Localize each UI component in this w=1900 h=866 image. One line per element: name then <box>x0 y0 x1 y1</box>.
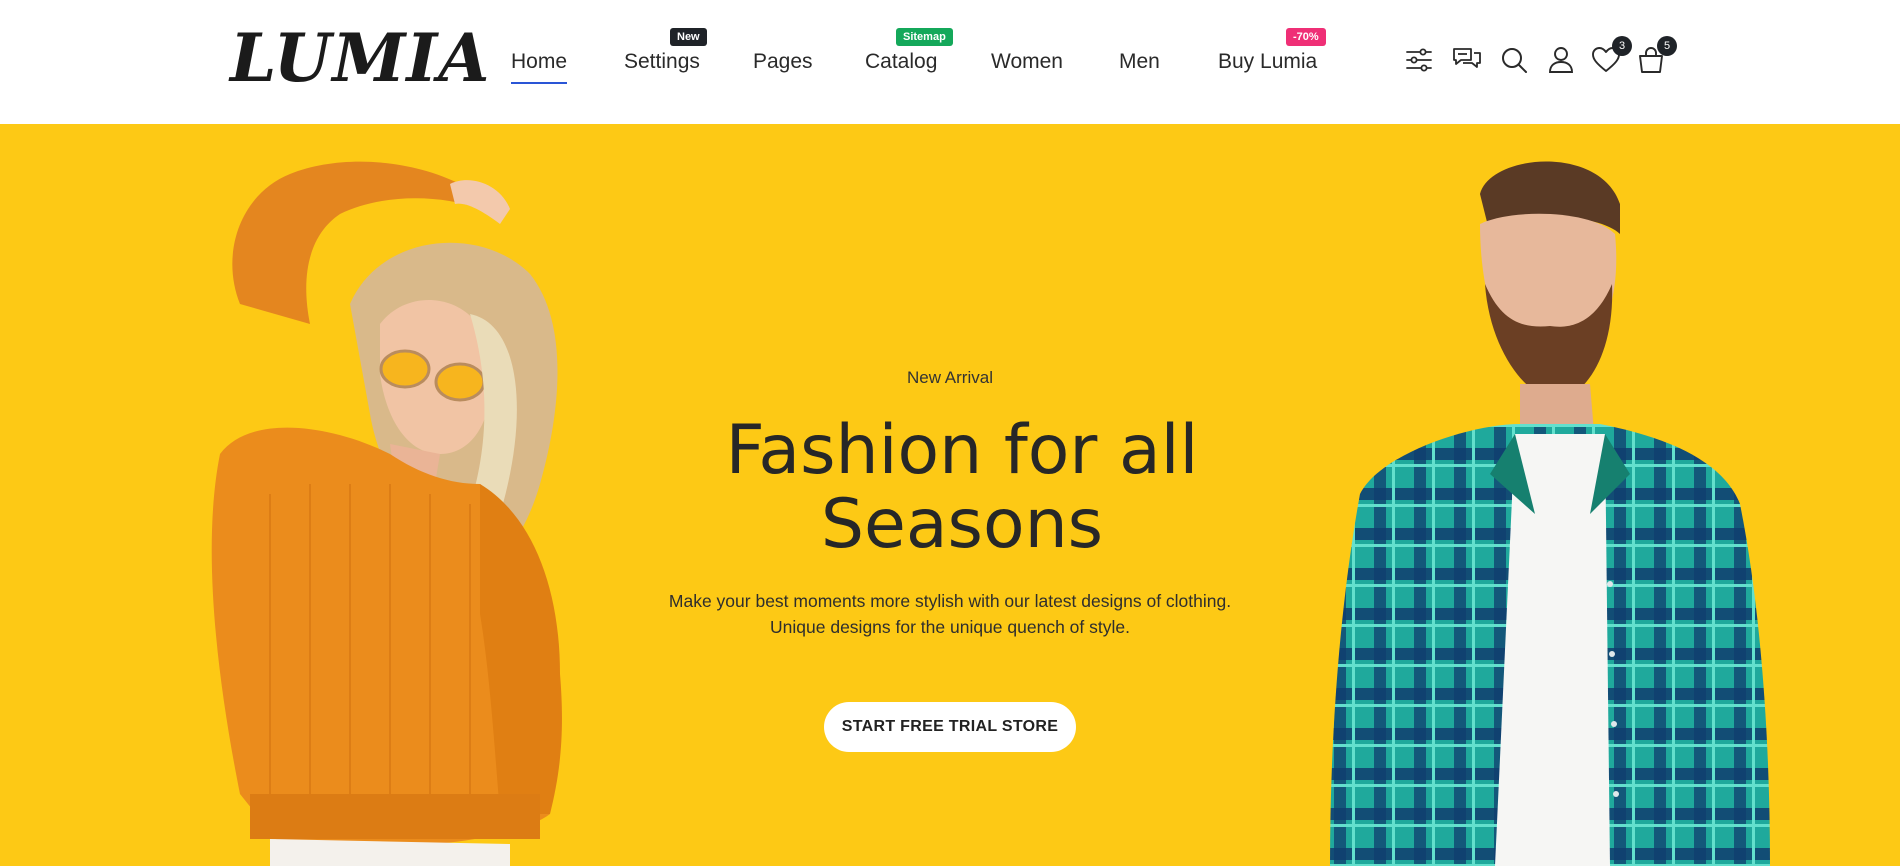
chat-bubbles-icon[interactable] <box>1451 44 1483 76</box>
nav-item-men[interactable]: Men <box>1119 48 1160 76</box>
nav-badge-discount: -70% <box>1286 28 1326 46</box>
shopping-bag-icon[interactable]: 5 <box>1635 36 1677 76</box>
user-icon[interactable] <box>1545 44 1577 76</box>
nav-item-women[interactable]: Women <box>991 48 1063 76</box>
hero-banner: New Arrival Fashion for all Seasons Make… <box>0 124 1900 866</box>
nav-item-catalog[interactable]: Catalog <box>865 48 937 76</box>
nav-item-buy-lumia[interactable]: Buy Lumia <box>1218 48 1317 76</box>
search-icon[interactable] <box>1498 44 1530 76</box>
nav-item-home[interactable]: Home <box>511 48 568 84</box>
heart-icon[interactable]: 3 <box>1590 36 1632 76</box>
start-free-trial-button[interactable]: START FREE TRIAL STORE <box>824 702 1076 752</box>
site-header: LUMIA Home Settings New Pages Catalog Si… <box>0 0 1900 124</box>
cart-count-badge: 5 <box>1657 36 1677 56</box>
brand-logo[interactable]: LUMIA <box>230 18 491 98</box>
nav-badge-new: New <box>670 28 707 46</box>
nav-badge-sitemap: Sitemap <box>896 28 953 46</box>
wishlist-count-badge: 3 <box>1612 36 1632 56</box>
sliders-icon[interactable] <box>1403 44 1435 76</box>
nav-item-pages[interactable]: Pages <box>753 48 813 76</box>
man-plaid-shirt-photo <box>1330 161 1770 866</box>
nav-item-settings[interactable]: Settings <box>624 48 700 76</box>
